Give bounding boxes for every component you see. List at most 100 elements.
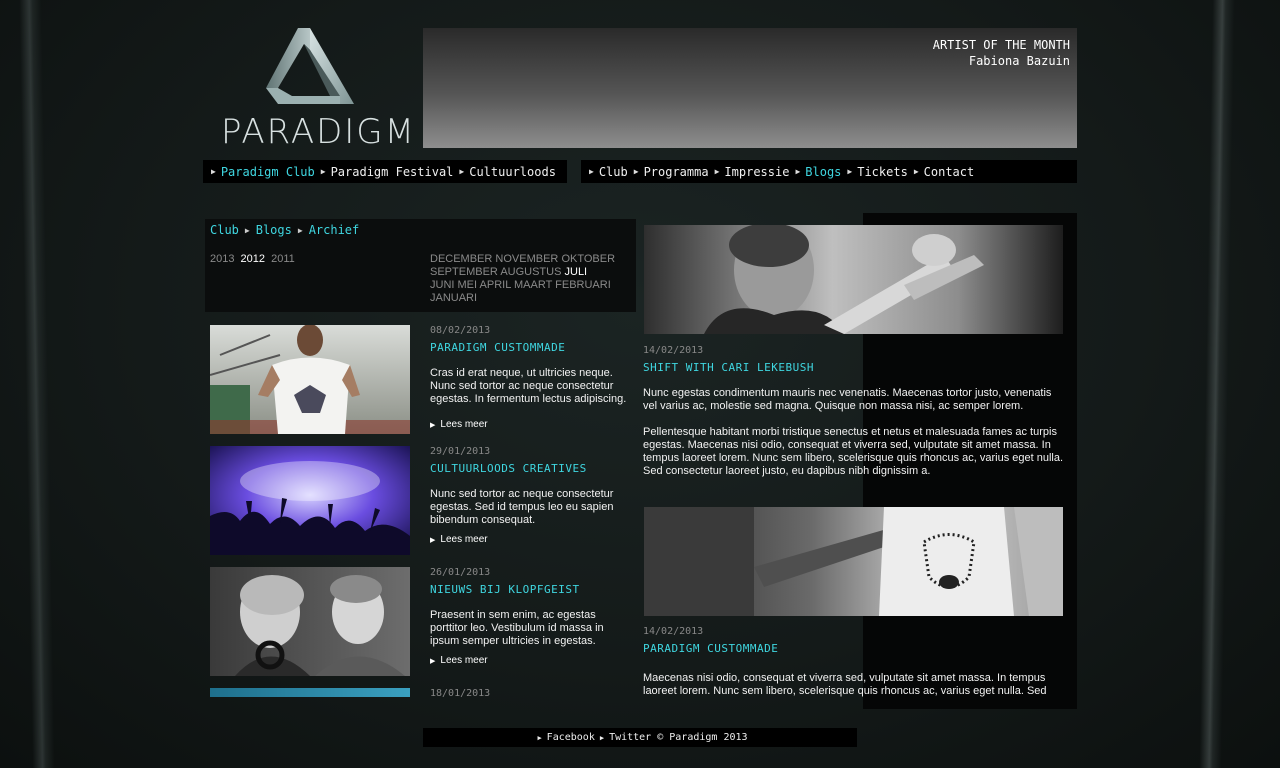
blog-post-item: 18/01/2013 [210, 688, 636, 700]
footer-copyright: © Paradigm 2013 [657, 732, 748, 743]
artist-of-month-name[interactable]: Fabiona Bazuin [969, 54, 1070, 68]
month-link[interactable]: SEPTEMBER [430, 266, 498, 278]
site-logo[interactable]: PARADIGM [210, 24, 414, 152]
arrow-right-icon: ▶ [589, 167, 594, 176]
nav-item-programma[interactable]: ▶ Programma [634, 165, 709, 179]
year-link[interactable]: 2011 [271, 253, 295, 265]
archive-filter-panel: Club ▶ Blogs ▶ Archief 2013 2012 2011 DE… [205, 219, 636, 312]
year-link[interactable]: 2013 [210, 253, 234, 265]
post-title[interactable]: NIEUWS BIJ KLOPFGEIST [430, 583, 580, 596]
post-thumbnail[interactable] [210, 567, 410, 676]
post-title[interactable]: CULTUURLOODS CREATIVES [430, 462, 587, 475]
post-date: 18/01/2013 [430, 688, 491, 699]
month-link[interactable]: OKTOBER [561, 253, 615, 265]
nav-label: Cultuurloods [469, 164, 556, 179]
side-streak-right [1199, 0, 1235, 768]
year-link-current[interactable]: 2012 [241, 253, 265, 265]
nav-label: Contact [923, 164, 975, 179]
month-link[interactable]: MAART [514, 279, 552, 291]
arrow-right-icon: ▶ [430, 421, 436, 429]
read-more-link[interactable]: ▶ Lees meer [430, 655, 488, 666]
featured-post: 14/02/2013 SHIFT WITH CARI LEKEBUSH Nunc… [643, 225, 1067, 485]
post-title[interactable]: SHIFT WITH CARI LEKEBUSH [643, 361, 814, 374]
arrow-right-icon: ▶ [537, 733, 542, 742]
month-link[interactable]: FEBRUARI [555, 279, 611, 291]
breadcrumb-club[interactable]: Club [210, 223, 239, 237]
month-link-current[interactable]: JULI [565, 266, 588, 278]
month-link[interactable]: DECEMBER [430, 253, 492, 265]
nav-label: Programma [643, 164, 709, 179]
nav-item-impressie[interactable]: ▶ Impressie [715, 165, 790, 179]
month-filter: DECEMBER NOVEMBER OKTOBER SEPTEMBER AUGU… [430, 253, 630, 305]
read-more-link[interactable]: ▶ Lees meer [430, 534, 488, 545]
month-link[interactable]: JANUARI [430, 292, 477, 304]
blog-post-item: 26/01/2013 NIEUWS BIJ KLOPFGEIST Praesen… [210, 567, 636, 682]
nav-item-cultuurloods[interactable]: ▶ Cultuurloods [459, 165, 556, 179]
blog-post-item: 29/01/2013 CULTUURLOODS CREATIVES Nunc s… [210, 446, 636, 561]
read-more-label: Lees meer [440, 655, 488, 666]
post-date: 26/01/2013 [430, 567, 491, 578]
post-title[interactable]: PARADIGM CUSTOMMADE [430, 341, 565, 354]
year-filter: 2013 2012 2011 [210, 253, 298, 265]
arrow-right-icon: ▶ [320, 167, 326, 176]
nav-item-contact[interactable]: ▶ Contact [914, 165, 974, 179]
featured-image[interactable] [644, 507, 1063, 616]
main-nav: ▶ Club ▶ Programma ▶ Impressie ▶ Blogs ▶ Tick… [581, 160, 1077, 183]
post-excerpt: Nunc sed tortor ac neque consectetur ege… [430, 488, 614, 526]
month-link[interactable]: MEI [458, 279, 478, 291]
triangle-logo-icon [266, 28, 354, 104]
month-link[interactable]: NOVEMBER [495, 253, 558, 265]
arrow-right-icon: ▶ [795, 167, 801, 176]
arrow-right-icon: ▶ [847, 167, 853, 176]
blog-post-item: 08/02/2013 PARADIGM CUSTOMMADE Cras id e… [210, 325, 636, 440]
nav-label: Impressie [724, 164, 790, 179]
arrow-right-icon: ▶ [599, 733, 605, 742]
artist-of-month-title: ARTIST OF THE MONTH [932, 38, 1070, 52]
post-thumbnail[interactable] [210, 688, 410, 697]
month-link[interactable]: AUGUSTUS [500, 266, 561, 278]
read-more-label: Lees meer [440, 419, 488, 430]
nav-item-blogs[interactable]: ▶ Blogs [795, 165, 841, 179]
nav-label: Club [598, 164, 628, 179]
site-switch-nav: ▶ Paradigm Club ▶ Paradigm Festival ▶ Cultu… [203, 160, 567, 183]
nav-item-paradigm-club[interactable]: ▶ Paradigm Club [211, 165, 315, 179]
featured-post: 14/02/2013 PARADIGM CUSTOMMADE Maecenas … [643, 507, 1067, 699]
nav-item-paradigm-festival[interactable]: ▶ Paradigm Festival [321, 165, 454, 179]
post-date: 14/02/2013 [643, 345, 704, 356]
breadcrumb-archief[interactable]: Archief [309, 223, 360, 237]
post-date: 08/02/2013 [430, 325, 491, 336]
post-date: 29/01/2013 [430, 446, 491, 457]
side-streak-left [19, 0, 55, 768]
footer-facebook-link[interactable]: Facebook [547, 732, 595, 743]
post-excerpt: Praesent in sem enim, ac egestas porttit… [430, 609, 604, 647]
arrow-right-icon: ▶ [430, 657, 436, 665]
post-thumbnail[interactable] [210, 325, 410, 434]
nav-item-tickets[interactable]: ▶ Tickets [847, 165, 907, 179]
post-thumbnail[interactable] [210, 446, 410, 555]
post-excerpt: Cras id erat neque, ut ultricies neque. … [430, 367, 627, 405]
breadcrumb: Club ▶ Blogs ▶ Archief [210, 223, 359, 237]
post-paragraph: Nunc egestas condimentum mauris nec vene… [643, 387, 1052, 412]
featured-image[interactable] [644, 225, 1063, 334]
read-more-link[interactable]: ▶ Lees meer [430, 419, 488, 430]
month-link[interactable]: JUNI [430, 279, 454, 291]
arrow-right-icon: ▶ [211, 167, 216, 176]
arrow-right-icon: ▶ [297, 225, 303, 235]
arrow-right-icon: ▶ [714, 167, 720, 176]
footer-twitter-link[interactable]: Twitter [609, 732, 651, 743]
post-title[interactable]: PARADIGM CUSTOMMADE [643, 642, 778, 655]
post-date: 14/02/2013 [643, 626, 704, 637]
read-more-label: Lees meer [440, 534, 488, 545]
logo-wordmark: PARADIGM [221, 112, 416, 152]
month-link[interactable]: APRIL [480, 279, 511, 291]
arrow-right-icon: ▶ [430, 536, 436, 544]
nav-item-club[interactable]: ▶ Club [589, 165, 628, 179]
arrow-right-icon: ▶ [913, 167, 919, 176]
footer-bar: ▶ Facebook ▶ Twitter © Paradigm 2013 [423, 728, 857, 747]
artist-of-month-banner[interactable]: ARTIST OF THE MONTH Fabiona Bazuin [423, 28, 1077, 148]
breadcrumb-blogs[interactable]: Blogs [256, 223, 292, 237]
arrow-right-icon: ▶ [633, 167, 639, 176]
nav-label: Paradigm Festival [330, 164, 454, 179]
nav-label: Paradigm Club [220, 164, 315, 179]
post-paragraph: Pellentesque habitant morbi tristique se… [643, 426, 1064, 477]
